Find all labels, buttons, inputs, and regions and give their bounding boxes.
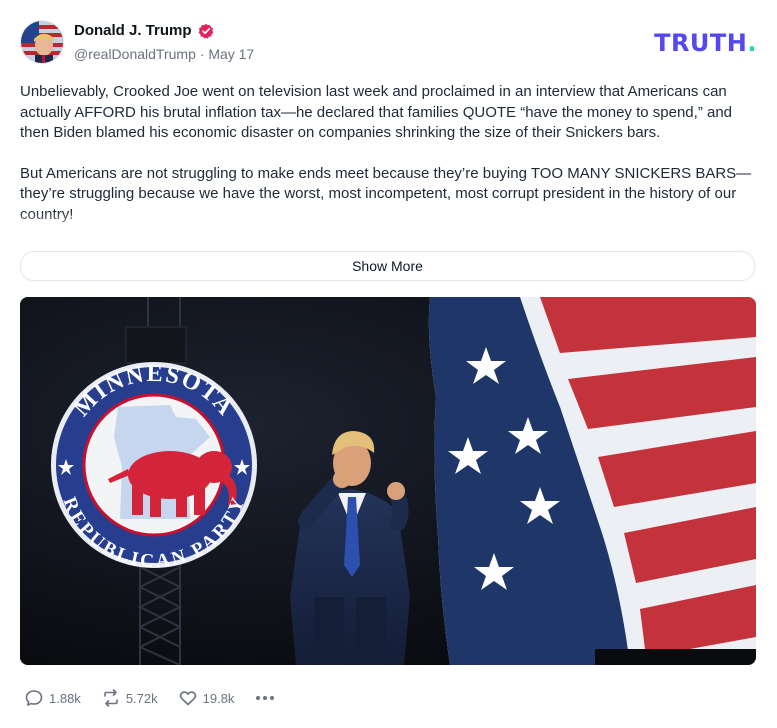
flag-backdrop	[428, 297, 756, 665]
logo-text: TRUTH	[654, 29, 748, 57]
post-image[interactable]: MINNESOTA REPUBLICAN PARTY	[20, 297, 756, 665]
show-more-button[interactable]: Show More	[20, 251, 755, 281]
author-handle[interactable]: @realDonaldTrump	[74, 46, 196, 62]
avatar[interactable]	[20, 20, 64, 64]
retruth-count: 5.72k	[125, 690, 158, 706]
text-fade-overlay	[20, 212, 755, 240]
truth-logo[interactable]: TRUTH.	[654, 29, 757, 57]
like-count: 19.8k	[202, 690, 235, 706]
logo-dot: .	[747, 29, 757, 57]
heart-icon	[179, 691, 196, 706]
comment-icon	[25, 690, 43, 706]
post-paragraph: Unbelievably, Crooked Joe went on televi…	[20, 83, 733, 141]
post-date[interactable]: May 17	[208, 46, 254, 62]
retruth-button[interactable]: 5.72k	[101, 688, 158, 708]
retruth-icon	[104, 689, 118, 707]
verified-badge-icon	[198, 23, 213, 39]
minnesota-gop-seal: MINNESOTA REPUBLICAN PARTY	[51, 361, 257, 572]
post-actions: 1.88k 5.72k 19.8k	[24, 686, 275, 710]
meta-separator: ·	[199, 46, 205, 62]
like-button[interactable]: 19.8k	[178, 688, 235, 708]
more-dots-icon[interactable]	[254, 696, 275, 700]
post-header: Donald J. Trump @realDonaldTrump · May 1…	[20, 20, 757, 66]
author-name[interactable]: Donald J. Trump	[74, 22, 192, 39]
reply-count: 1.88k	[49, 690, 81, 706]
reply-button[interactable]: 1.88k	[24, 688, 81, 708]
post-meta: @realDonaldTrump · May 17	[74, 46, 254, 62]
